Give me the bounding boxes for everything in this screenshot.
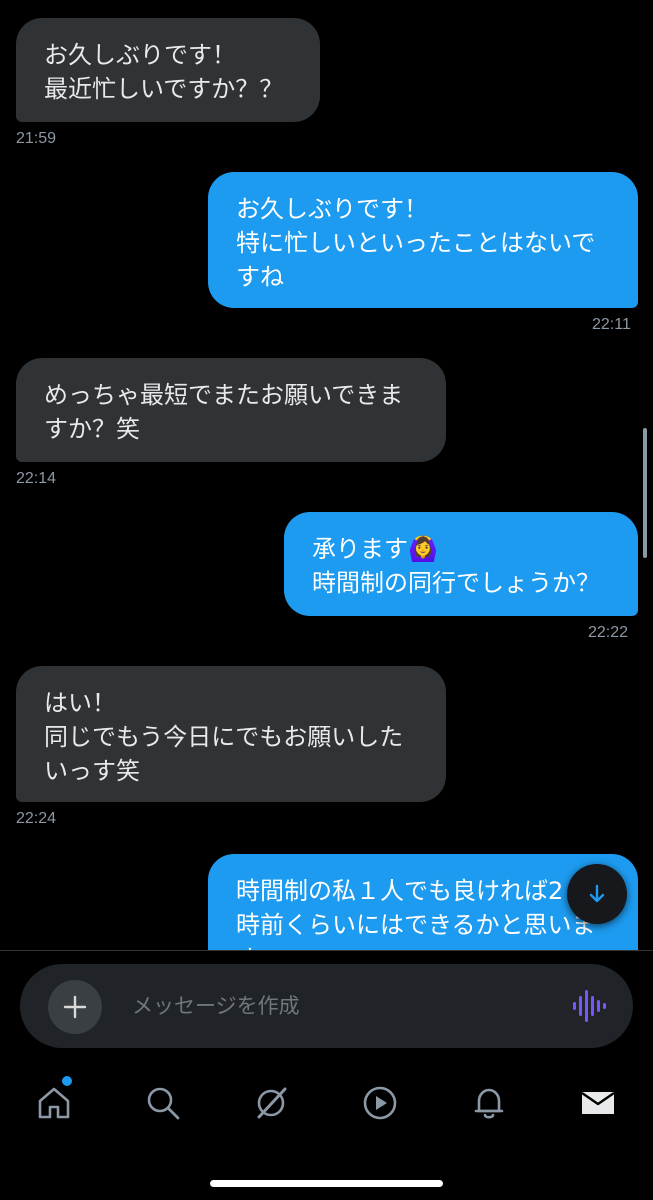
message-bubble-incoming[interactable]: めっちゃ最短でまたお願いできま すか？笑 — [16, 358, 446, 462]
nav-notifications[interactable] — [466, 1080, 512, 1126]
home-notification-dot — [62, 1076, 72, 1086]
message-bubble-outgoing[interactable]: お久しぶりです！ 特に忙しいといったことはないで すね — [208, 172, 638, 308]
home-icon — [38, 1087, 70, 1119]
dm-conversation-screen: お久しぶりです！ 最近忙しいですか？？ 21:59 お久しぶりです！ 特に忙しい… — [0, 0, 653, 1200]
voice-message-button[interactable] — [572, 988, 606, 1028]
message-timestamp: 22:24 — [16, 810, 57, 827]
nav-grok[interactable] — [248, 1080, 294, 1126]
bell-icon — [474, 1088, 504, 1119]
bottom-navigation — [0, 1068, 653, 1138]
scroll-to-bottom-button[interactable] — [567, 864, 627, 924]
scrollbar[interactable] — [643, 428, 647, 558]
nav-home[interactable] — [31, 1080, 77, 1126]
play-icon — [363, 1086, 397, 1120]
message-bubble-incoming[interactable]: はい！ 同じでもう今日にでもお願いした いっす笑 — [16, 666, 446, 802]
message-timestamp: 22:22 — [588, 624, 629, 641]
add-attachment-button[interactable] — [48, 980, 102, 1034]
nav-search[interactable] — [140, 1080, 186, 1126]
message-timestamp: 22:14 — [16, 470, 57, 487]
nav-messages[interactable] — [575, 1080, 621, 1126]
voice-wave-icon — [573, 990, 606, 1022]
message-timestamp: 21:59 — [16, 130, 57, 147]
plus-icon — [63, 995, 87, 1019]
nav-video[interactable] — [357, 1080, 403, 1126]
message-input[interactable]: メッセージを作成 — [132, 990, 300, 1020]
search-icon — [147, 1087, 180, 1120]
message-composer[interactable]: メッセージを作成 — [20, 964, 633, 1048]
message-bubble-incoming[interactable]: お久しぶりです！ 最近忙しいですか？？ — [16, 18, 320, 122]
message-bubble-outgoing[interactable]: 承ります🙆‍♀️ 時間制の同行でしょうか？ — [284, 512, 638, 616]
home-indicator — [210, 1180, 443, 1187]
message-list[interactable]: お久しぶりです！ 最近忙しいですか？？ 21:59 お久しぶりです！ 特に忙しい… — [0, 0, 653, 950]
message-timestamp: 22:11 — [592, 316, 631, 333]
grok-icon — [257, 1087, 287, 1119]
arrow-down-icon — [589, 884, 605, 903]
composer-divider — [0, 950, 653, 951]
mail-icon — [581, 1092, 615, 1114]
